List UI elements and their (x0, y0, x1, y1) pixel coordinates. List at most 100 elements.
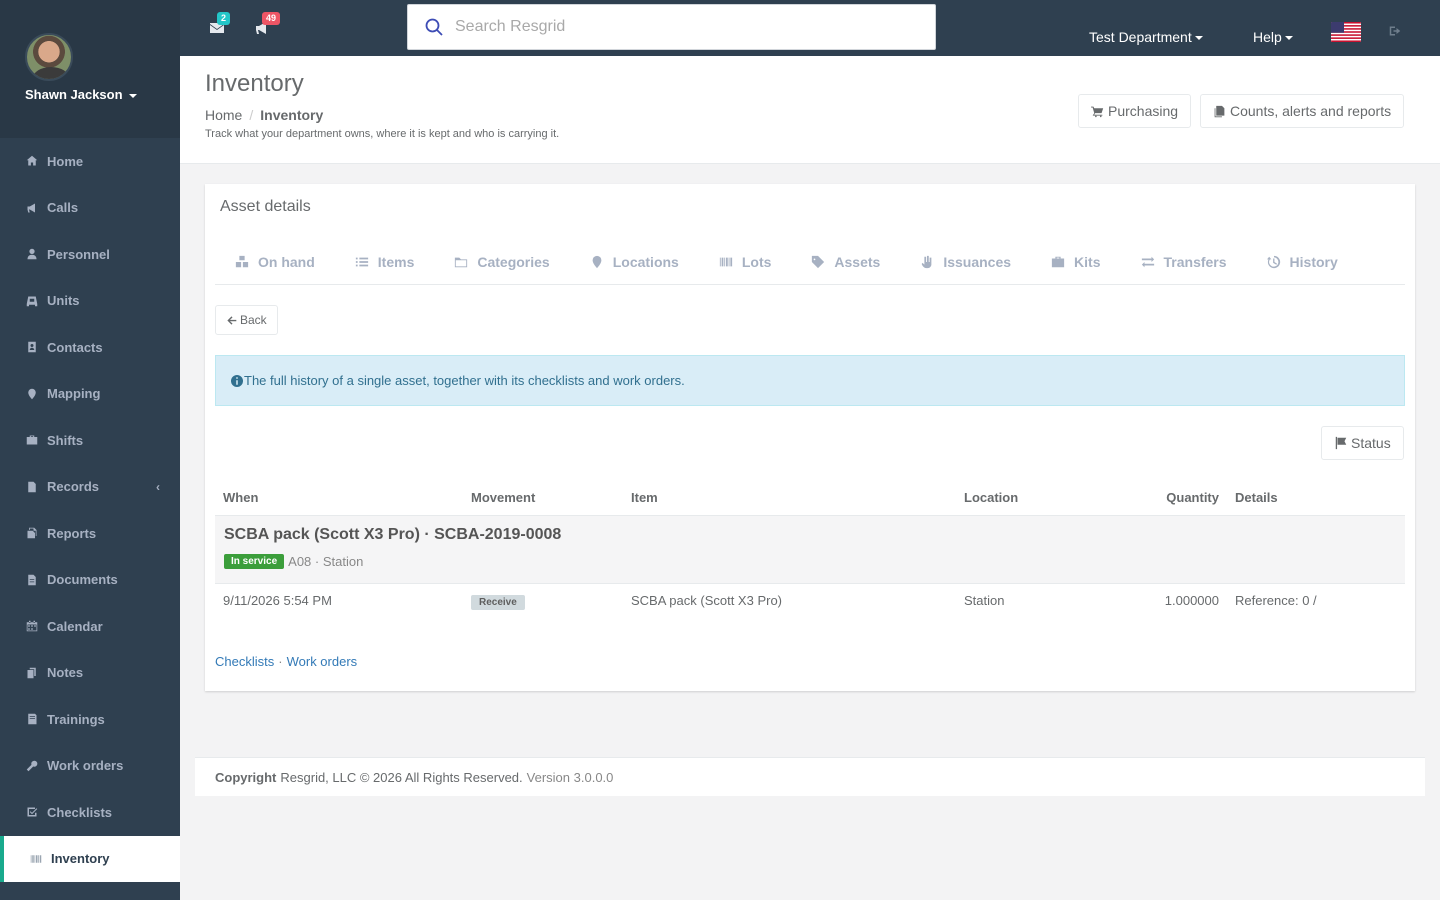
messages-count-badge: 2 (217, 12, 231, 25)
table-row: 9/11/2026 5:54 PM Receive SCBA pack (Sco… (215, 583, 1405, 617)
sidebar-item-mapping[interactable]: Mapping (0, 371, 180, 418)
tab-label: Issuances (943, 253, 1012, 270)
sidebar-item-label: Checklists (47, 804, 113, 820)
sidebar-item-label: Inventory (51, 851, 110, 867)
tab-label: Assets (834, 253, 881, 270)
document-icon (25, 573, 39, 587)
breadcrumb-home-link[interactable]: Home (205, 107, 242, 123)
sidebar-item-label: Trainings (47, 711, 105, 727)
sidebar-item-calls[interactable]: Calls (0, 185, 180, 232)
sidebar-item-label: Shifts (47, 432, 84, 448)
movement-badge: Receive (471, 594, 525, 610)
tab-transfers[interactable]: Transfers (1121, 241, 1247, 283)
page-description: Track what your department owns, where i… (205, 128, 560, 140)
related-links: Checklists · Work orders (215, 654, 357, 669)
panel-title: Asset details (220, 198, 311, 215)
sidebar-item-home[interactable]: Home (0, 138, 180, 185)
sidebar-item-records[interactable]: Records ‹ (0, 464, 180, 511)
sidebar-item-work-orders[interactable]: Work orders (0, 743, 180, 790)
home-icon (25, 154, 39, 168)
sidebar-item-label: Contacts (47, 339, 103, 355)
tab-history[interactable]: History (1247, 241, 1358, 283)
sidebar-nav: Home Calls Personnel Units Contacts Mapp… (0, 138, 180, 882)
search-icon (425, 18, 443, 36)
tab-kits[interactable]: Kits (1031, 241, 1120, 283)
contact-icon (25, 340, 39, 354)
logout-button[interactable] (1389, 25, 1401, 40)
info-circle-icon (231, 374, 243, 387)
sidebar-item-units[interactable]: Units (0, 278, 180, 325)
purchasing-button[interactable]: Purchasing (1078, 94, 1192, 128)
map-marker-icon (592, 255, 602, 268)
version-text: Version 3.0.0.0 (526, 769, 614, 785)
tab-label: On hand (258, 253, 315, 270)
sidebar-item-trainings[interactable]: Trainings (0, 696, 180, 743)
search-input[interactable] (455, 18, 895, 36)
sidebar-item-notes[interactable]: Notes (0, 650, 180, 697)
search-box[interactable] (407, 4, 936, 50)
notifications-button[interactable]: 49 (254, 12, 281, 38)
breadcrumb-separator: / (249, 107, 254, 123)
sidebar-item-checklists[interactable]: Checklists (0, 789, 180, 836)
us-flag-icon[interactable] (1331, 22, 1361, 42)
sidebar-item-label: Notes (47, 665, 84, 681)
history-icon (1266, 255, 1280, 268)
sidebar-item-personnel[interactable]: Personnel (0, 231, 180, 278)
tab-items[interactable]: Items (335, 241, 435, 283)
cell-movement: Receive (463, 583, 623, 617)
help-dropdown[interactable]: Help (1253, 29, 1293, 45)
sidebar-item-label: Units (47, 293, 80, 309)
tab-assets[interactable]: Assets (791, 241, 900, 283)
page-heading: Inventory Home / Inventory Track what your… (180, 56, 1440, 164)
checklist-icon (25, 805, 39, 819)
link-separator: · (278, 654, 283, 669)
tab-lots[interactable]: Lots (699, 241, 792, 283)
inventory-tabs: On hand Items Categories Locations Lots … (215, 239, 1405, 285)
sidebar: Shawn Jackson Home Calls Personnel Units… (0, 0, 180, 900)
tab-locations[interactable]: Locations (570, 241, 699, 283)
tab-categories[interactable]: Categories (434, 241, 569, 283)
trainings-icon (25, 712, 39, 726)
tab-on-hand[interactable]: On hand (215, 241, 335, 283)
work-orders-link[interactable]: Work orders (287, 654, 358, 669)
tab-label: Lots (741, 253, 772, 270)
user-icon (25, 247, 39, 261)
hand-icon (922, 255, 932, 268)
tab-label: Items (377, 253, 415, 270)
copyright-label: Copyright (215, 769, 277, 785)
sidebar-item-inventory[interactable]: Inventory (0, 835, 180, 882)
department-dropdown[interactable]: Test Department (1089, 29, 1203, 45)
column-header-location: Location (956, 481, 1116, 516)
notes-icon (25, 666, 39, 680)
sidebar-item-label: Calendar (47, 618, 103, 634)
sign-out-icon (1389, 26, 1401, 36)
sidebar-item-reports[interactable]: Reports (0, 510, 180, 557)
sidebar-item-shifts[interactable]: Shifts (0, 417, 180, 464)
status-label: Status (1351, 435, 1391, 451)
sidebar-item-label: Work orders (47, 758, 124, 774)
checklists-link[interactable]: Checklists (215, 654, 274, 669)
user-menu[interactable]: Shawn Jackson (25, 87, 137, 102)
sidebar-item-label: Calls (47, 200, 79, 216)
avatar[interactable] (25, 33, 73, 81)
top-navbar: 2 49 Test Department Help (180, 0, 1440, 56)
barcode-icon (719, 257, 732, 266)
tab-label: History (1289, 253, 1338, 270)
cell-details: Reference: 0 / (1235, 592, 1317, 608)
counts-alerts-reports-label: Counts, alerts and reports (1230, 103, 1392, 119)
counts-alerts-reports-button[interactable]: Counts, alerts and reports (1200, 94, 1405, 128)
tab-label: Locations (612, 253, 679, 270)
flag-icon (1335, 436, 1347, 450)
sidebar-item-contacts[interactable]: Contacts (0, 324, 180, 371)
status-button[interactable]: Status (1321, 426, 1404, 460)
user-name: Shawn Jackson (25, 87, 123, 102)
messages-button[interactable]: 2 (209, 12, 231, 38)
breadcrumb: Home / Inventory (205, 107, 323, 123)
sidebar-item-calendar[interactable]: Calendar (0, 603, 180, 650)
status-badge: In service (224, 553, 285, 569)
asset-title: SCBA pack (Scott X3 Pro) · SCBA-2019-000… (224, 525, 562, 543)
sidebar-item-documents[interactable]: Documents (0, 557, 180, 604)
file-icon (25, 480, 39, 494)
tab-issuances[interactable]: Issuances (900, 241, 1031, 283)
back-button[interactable]: Back (215, 305, 278, 335)
